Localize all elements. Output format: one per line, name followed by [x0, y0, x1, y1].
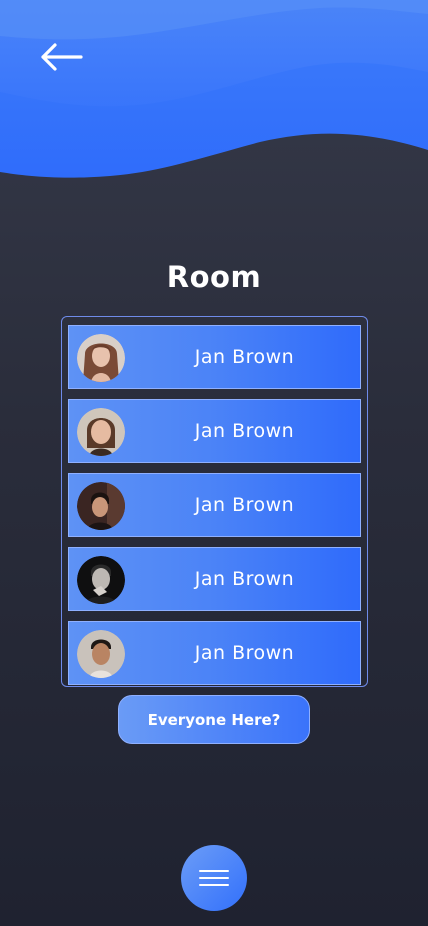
member-name: Jan Brown	[194, 642, 295, 664]
avatar	[77, 556, 125, 604]
avatar	[77, 630, 125, 678]
avatar	[77, 408, 125, 456]
header-wave	[0, 0, 428, 178]
page-title: Room	[166, 260, 262, 294]
member-name: Jan Brown	[194, 568, 295, 590]
everyone-here-button[interactable]: Everyone Here?	[118, 695, 310, 744]
member-list-panel[interactable]: Jan Brown Jan Brown Jan Brown Jan Brown …	[61, 316, 368, 687]
member-row[interactable]: Jan Brown	[68, 399, 361, 463]
arrow-left-icon	[41, 43, 83, 71]
member-row[interactable]: Jan Brown	[68, 325, 361, 389]
avatar	[77, 482, 125, 530]
hamburger-menu-icon	[199, 870, 229, 886]
member-list: Jan Brown Jan Brown Jan Brown Jan Brown …	[68, 325, 361, 686]
member-row[interactable]: Jan Brown	[68, 621, 361, 685]
member-row[interactable]: Jan Brown	[68, 547, 361, 611]
avatar	[77, 334, 125, 382]
member-name: Jan Brown	[194, 346, 295, 368]
menu-button[interactable]	[181, 845, 247, 911]
member-name: Jan Brown	[194, 420, 295, 442]
member-name: Jan Brown	[194, 494, 295, 516]
back-button[interactable]	[34, 36, 88, 78]
member-row[interactable]: Jan Brown	[68, 473, 361, 537]
